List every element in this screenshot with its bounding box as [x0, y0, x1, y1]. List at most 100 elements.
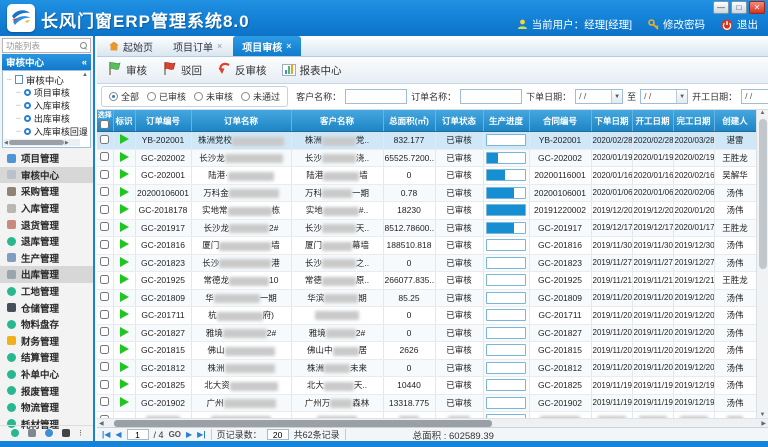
row-checkbox[interactable]	[100, 345, 109, 354]
cart-icon[interactable]	[28, 429, 36, 437]
sidebar-item-仓储管理[interactable]: 仓储管理	[0, 299, 93, 316]
column-header-生产进度[interactable]: 生产进度	[483, 110, 529, 132]
row-checkbox[interactable]	[100, 240, 109, 249]
sidebar-item-报废管理[interactable]: 报废管理	[0, 382, 93, 399]
row-checkbox[interactable]	[100, 380, 109, 389]
tree-item-入库审核[interactable]: ┄入库审核	[16, 99, 90, 112]
table-row[interactable]: GC-201815佛山佛山中居2626已审核GC-2018152019/11/2…	[97, 342, 756, 360]
row-select-cell[interactable]	[97, 167, 113, 185]
next-page-button[interactable]: ▶	[186, 430, 192, 439]
row-checkbox[interactable]	[100, 327, 109, 336]
minimize-button[interactable]: —	[713, 1, 729, 14]
close-tab-icon[interactable]: ×	[286, 41, 291, 51]
sidebar-item-审核中心[interactable]: 审核中心	[0, 167, 93, 184]
row-checkbox[interactable]	[100, 135, 109, 144]
tree-horizontal-scrollbar[interactable]: ◀ ▶	[4, 139, 80, 146]
row-select-cell[interactable]	[97, 184, 113, 202]
close-tab-icon[interactable]: ×	[217, 41, 222, 51]
page-size-input[interactable]	[267, 429, 289, 440]
scroll-thumb[interactable]	[114, 420, 492, 427]
sidebar-item-物料盘存[interactable]: 物料盘存	[0, 316, 93, 333]
sidebar-item-结算管理[interactable]: 结算管理	[0, 349, 93, 366]
row-select-cell[interactable]	[97, 272, 113, 290]
sidebar-item-退库管理[interactable]: 退库管理	[0, 233, 93, 250]
tree-item-入库审核回退[interactable]: ┄入库审核回退	[16, 125, 90, 138]
sidebar-item-入库管理[interactable]: 入库管理	[0, 200, 93, 217]
table-row[interactable]: GC-201809华一期华滨期85.25已审核GC-2018092019/11/…	[97, 289, 756, 307]
scroll-left-icon[interactable]: ◀	[99, 420, 104, 427]
table-row[interactable]: GC-201827雅境2#雅境2#0已审核GC-2018272019/11/20…	[97, 324, 756, 342]
row-checkbox[interactable]	[100, 152, 109, 161]
row-select-cell[interactable]	[97, 359, 113, 377]
row-checkbox[interactable]	[100, 397, 109, 406]
row-select-cell[interactable]	[97, 342, 113, 360]
sidebar-item-工地管理[interactable]: 工地管理	[0, 283, 93, 300]
row-select-cell[interactable]	[97, 254, 113, 272]
column-header-合同编号[interactable]: 合同编号	[529, 110, 591, 132]
row-select-cell[interactable]	[97, 132, 113, 150]
row-select-cell[interactable]	[97, 219, 113, 237]
sidebar-item-退货管理[interactable]: 退货管理	[0, 216, 93, 233]
column-header-标识[interactable]: 标识	[113, 110, 135, 132]
table-row[interactable]: 20200106001万科金万科一期0.78已审核202001060012020…	[97, 184, 756, 202]
table-horizontal-scrollbar[interactable]: ◀ ▶	[97, 418, 768, 427]
column-header-创建人[interactable]: 创建人	[714, 110, 756, 132]
dot-icon[interactable]	[11, 429, 19, 437]
row-checkbox[interactable]	[100, 170, 109, 179]
row-checkbox[interactable]	[100, 222, 109, 231]
table-row[interactable]: GC-2018178实地常栋实地#..18230已审核2019122000220…	[97, 202, 756, 220]
scroll-down-icon[interactable]: ▼	[760, 412, 766, 418]
row-checkbox[interactable]	[100, 205, 109, 214]
unaudit-button[interactable]: 反审核	[217, 62, 267, 78]
select-all-checkbox[interactable]	[100, 120, 109, 129]
column-header-开工日期[interactable]: 开工日期	[632, 110, 673, 132]
sidebar-item-采购管理[interactable]: 采购管理	[0, 183, 93, 200]
customer-name-input[interactable]	[345, 89, 407, 104]
row-select-cell[interactable]	[97, 324, 113, 342]
order-date-end-picker[interactable]: / /▼	[640, 89, 688, 104]
row-checkbox[interactable]	[100, 362, 109, 371]
prev-page-button[interactable]: ◀	[115, 430, 121, 439]
row-select-cell[interactable]	[97, 412, 113, 419]
table-row[interactable]: GC-201812株洲株洲未来0已审核GC-2018122019/11/2020…	[97, 359, 756, 377]
last-page-button[interactable]: ▶|	[197, 430, 205, 439]
leaf-icon[interactable]	[45, 429, 53, 437]
tab-start-page[interactable]: 起始页	[100, 36, 162, 56]
column-header-下单日期[interactable]: 下单日期	[591, 110, 632, 132]
order-name-input[interactable]	[460, 89, 522, 104]
row-checkbox[interactable]	[100, 275, 109, 284]
report-center-button[interactable]: 报表中心	[282, 63, 342, 78]
row-select-cell[interactable]	[97, 307, 113, 325]
scroll-up-icon[interactable]: ▲	[760, 110, 766, 116]
row-select-cell[interactable]	[97, 289, 113, 307]
table-row[interactable]: GC-201925常德龙10常德原..266077.835..已审核GC-201…	[97, 272, 756, 290]
radio-全部[interactable]: 全部	[109, 90, 139, 103]
row-select-cell[interactable]	[97, 394, 113, 412]
tab-project-orders[interactable]: 项目订单×	[164, 36, 231, 56]
dropdown-icon[interactable]: ▼	[611, 90, 622, 103]
radio-未通过[interactable]: 未通过	[241, 90, 280, 103]
sidebar-item-生产管理[interactable]: 生产管理	[0, 250, 93, 267]
table-row[interactable]: YB-202001株洲党校株洲党..832.177已审核YB-202001202…	[97, 132, 756, 150]
tree-root[interactable]: ┄ 审核中心	[7, 73, 90, 86]
row-checkbox[interactable]	[100, 292, 109, 301]
row-checkbox[interactable]	[100, 415, 109, 418]
row-select-cell[interactable]	[97, 202, 113, 220]
sidebar-item-物流管理[interactable]: 物流管理	[0, 399, 93, 416]
row-select-cell[interactable]	[97, 237, 113, 255]
tab-project-audit[interactable]: 项目审核×	[233, 36, 300, 56]
book-icon[interactable]	[62, 429, 70, 437]
audit-button[interactable]: 审核	[107, 61, 147, 79]
row-checkbox[interactable]	[100, 310, 109, 319]
radio-已审核[interactable]: 已审核	[147, 90, 186, 103]
logout-button[interactable]: 退出	[721, 17, 758, 32]
close-button[interactable]: ✕	[749, 1, 765, 14]
table-row[interactable]: GC-201816厦门墙厦门幕墙188510.818已审核GC-20181620…	[97, 237, 756, 255]
start-date-picker[interactable]: / /▼	[741, 89, 768, 104]
column-header-总面积(㎡)[interactable]: 总面积(㎡)	[383, 110, 435, 132]
table-row[interactable]: GC-201825北大资北大天..10440已审核GC-2018252019/1…	[97, 377, 756, 395]
dropdown-icon[interactable]: ▼	[676, 90, 687, 103]
scroll-right-icon[interactable]: ▶	[761, 420, 766, 427]
table-row[interactable]	[97, 412, 756, 419]
scroll-right-icon[interactable]: ▶	[65, 140, 69, 146]
